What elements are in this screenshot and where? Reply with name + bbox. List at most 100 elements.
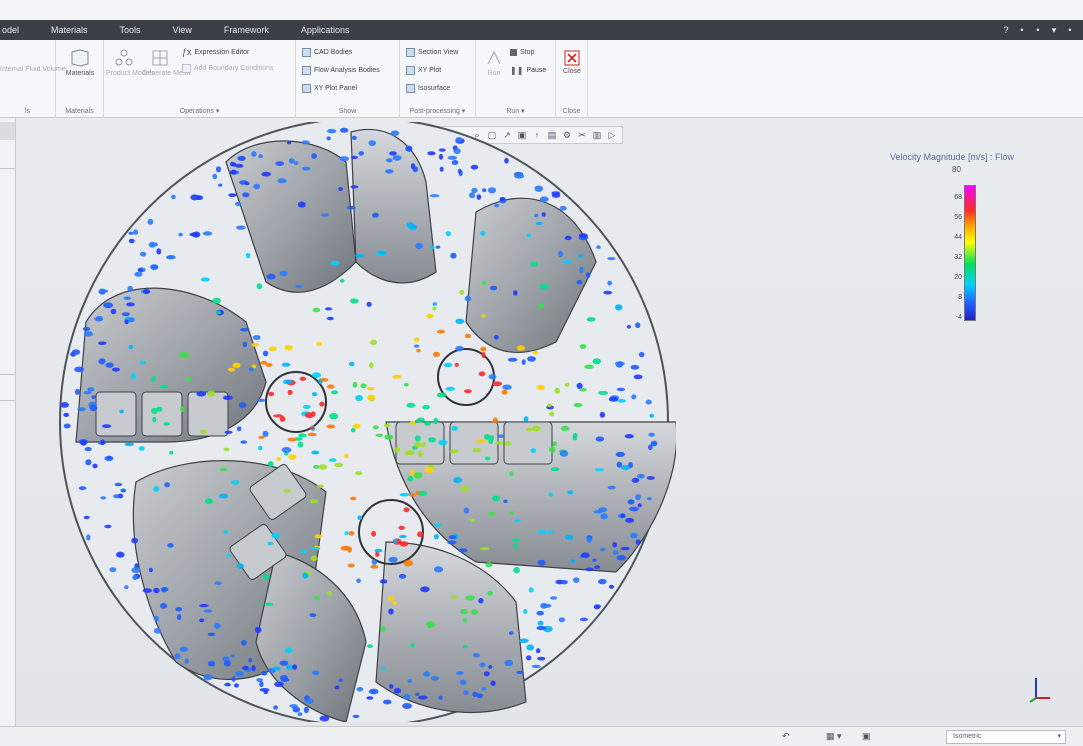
flow-particle xyxy=(616,461,623,468)
settings-icon[interactable]: • xyxy=(1017,25,1027,35)
flow-particle xyxy=(334,685,340,690)
flow-particle xyxy=(199,604,209,608)
flow-particle xyxy=(236,563,245,569)
flow-particle xyxy=(287,141,292,145)
flow-particle xyxy=(481,280,487,286)
model-tree-tab[interactable] xyxy=(0,122,15,140)
flow-particle xyxy=(297,201,306,208)
flow-particle xyxy=(402,703,412,709)
flow-particle xyxy=(127,285,133,292)
flow-particle xyxy=(185,377,192,382)
isosurface-button[interactable]: Isosurface xyxy=(406,82,450,94)
flow-particle xyxy=(549,411,555,417)
flow-particle xyxy=(389,684,394,689)
flow-particle xyxy=(196,391,207,397)
cad-bodies-icon xyxy=(302,47,311,57)
flow-particle xyxy=(251,151,257,157)
flow-particle xyxy=(432,306,437,311)
more-icon[interactable]: • xyxy=(1065,25,1075,35)
flow-particle xyxy=(262,350,269,357)
flow-particle xyxy=(410,469,415,476)
flow-particle xyxy=(450,595,458,599)
flow-particle xyxy=(120,488,127,493)
flow-particle xyxy=(460,609,468,615)
flow-particle xyxy=(595,436,604,442)
flow-model-render[interactable] xyxy=(56,122,676,722)
flow-particle xyxy=(399,534,407,539)
flow-particle xyxy=(312,307,321,313)
close-button[interactable]: Close xyxy=(558,50,586,75)
flow-particle xyxy=(320,213,329,217)
flow-particle xyxy=(140,360,146,365)
stop-button[interactable]: Stop xyxy=(510,46,534,58)
flow-particle xyxy=(237,155,246,161)
flow-particle xyxy=(462,645,468,649)
graphics-viewport[interactable]: ⊕ ⌕ ⌕ ▢ ↗ ▣ ↑ ▤ ⚙ ✂ ▥ ▷ xyxy=(16,118,1083,726)
flow-particle xyxy=(228,367,236,372)
generate-mesh-button[interactable]: Generate Mesh xyxy=(142,48,190,77)
menu-tools[interactable]: Tools xyxy=(104,20,157,40)
flow-particle xyxy=(355,394,363,402)
product-models-button[interactable]: Product Models xyxy=(106,48,155,77)
flow-particle xyxy=(534,213,539,218)
flow-particle xyxy=(585,272,591,279)
flow-particle xyxy=(215,166,222,173)
flow-particle xyxy=(310,546,321,551)
section-view-icon xyxy=(406,47,415,57)
flow-particle xyxy=(432,302,438,306)
flow-particle xyxy=(143,288,150,295)
left-panel xyxy=(0,118,16,726)
xy-plot-button[interactable]: XY Plot xyxy=(406,64,441,76)
selection-filter-icon[interactable]: ▦ ▾ xyxy=(826,731,842,742)
flow-particle xyxy=(74,366,84,373)
flow-particle xyxy=(214,581,222,585)
internal-fluid-volume-button[interactable]: Internal Fluid Volume xyxy=(0,66,66,73)
flow-particle xyxy=(156,248,162,255)
flow-particle xyxy=(307,432,317,437)
flow-particle xyxy=(281,362,291,367)
expression-editor-button[interactable]: ƒx Expression Editor xyxy=(182,46,249,58)
flow-particle xyxy=(584,364,594,369)
cad-bodies-button[interactable]: CAD Bodies xyxy=(302,46,352,58)
option-icon[interactable]: • xyxy=(1033,25,1043,35)
display-icon[interactable]: ▣ xyxy=(862,731,871,742)
flow-particle xyxy=(232,362,241,368)
run-button[interactable]: Run xyxy=(480,48,508,77)
dropdown-icon[interactable]: ▾ xyxy=(1049,25,1059,36)
flow-particle xyxy=(212,297,221,304)
section-view-button[interactable]: Section View xyxy=(406,46,458,58)
flow-particle xyxy=(572,432,578,439)
materials-button[interactable]: Materials xyxy=(62,48,98,77)
menu-view[interactable]: View xyxy=(157,20,208,40)
flow-particle xyxy=(303,706,309,714)
flow-particle xyxy=(273,414,284,418)
flow-particle xyxy=(299,549,308,554)
flow-particle xyxy=(403,507,410,513)
flow-particle xyxy=(171,194,176,200)
flow-particle xyxy=(593,510,603,514)
flow-particle xyxy=(479,547,490,551)
flow-particle xyxy=(492,381,503,387)
add-boundary-conditions-button[interactable]: Add Boundary Conditions xyxy=(182,62,273,74)
undo-icon[interactable]: ↶ xyxy=(782,731,790,742)
flow-analysis-bodies-button[interactable]: Flow Analysis Bodies xyxy=(302,64,380,76)
flow-particle xyxy=(536,625,547,631)
flow-particle xyxy=(160,603,168,609)
pause-button[interactable]: ❚❚ Pause xyxy=(510,64,546,76)
flow-particle xyxy=(612,542,617,548)
menu-applications[interactable]: Applications xyxy=(285,20,366,40)
flow-particle xyxy=(541,212,546,217)
ribbon-group-label: Operations ▾ xyxy=(179,108,220,115)
xyplot-panel-button[interactable]: XY Plot Panel xyxy=(302,82,357,94)
help-icon[interactable]: ? xyxy=(1001,25,1011,35)
menu-framework[interactable]: Framework xyxy=(208,20,285,40)
menu-model[interactable]: odel xyxy=(0,20,35,40)
flow-particle xyxy=(302,572,309,579)
flow-particle xyxy=(567,490,574,495)
flow-particle xyxy=(526,644,534,651)
flow-particle xyxy=(488,374,497,380)
flow-particle xyxy=(387,595,395,602)
flow-particle xyxy=(101,424,112,428)
menu-materials[interactable]: Materials xyxy=(35,20,104,40)
view-orientation-select[interactable]: Isometric ▾ xyxy=(946,730,1066,744)
